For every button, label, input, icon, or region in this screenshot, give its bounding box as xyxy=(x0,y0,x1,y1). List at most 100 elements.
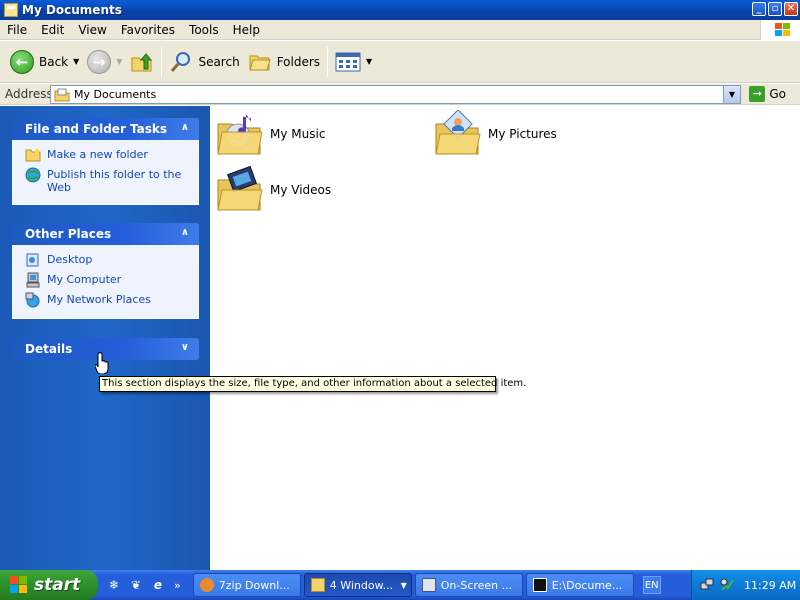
taskbar-button-label: E:\Docume... xyxy=(551,578,623,592)
language-indicator[interactable]: EN xyxy=(642,576,661,594)
panel-title: Other Places xyxy=(25,227,112,241)
7zip-icon xyxy=(532,578,547,592)
snowflake-icon[interactable]: ❄ xyxy=(106,577,122,593)
menu-favorites[interactable]: Favorites xyxy=(114,23,182,37)
new-folder-icon xyxy=(25,147,41,163)
task-publish-to-web[interactable]: Publish this folder to the Web xyxy=(25,167,190,194)
panel-title: Details xyxy=(25,342,73,356)
folder-my-videos[interactable]: My Videos xyxy=(216,166,331,214)
my-pictures-folder-icon xyxy=(435,110,481,155)
place-my-network-places[interactable]: My Network Places xyxy=(25,292,190,308)
address-bar: Address My Documents ▼ ➞ Go xyxy=(0,84,800,105)
keyboard-icon xyxy=(421,578,436,592)
expand-chevron-icon[interactable]: ∨ xyxy=(181,342,189,353)
folder-name: My Videos xyxy=(270,183,332,197)
up-folder-button[interactable] xyxy=(126,45,158,79)
folder-group-icon xyxy=(310,578,325,592)
place-my-computer[interactable]: My Computer xyxy=(25,272,190,288)
other-places-header[interactable]: Other Places ∧ xyxy=(12,223,199,245)
group-dropdown-icon: ▼ xyxy=(400,580,407,590)
start-button[interactable]: start xyxy=(0,570,98,600)
my-computer-icon xyxy=(25,272,41,288)
system-tray: 11:29 AM xyxy=(691,570,800,600)
taskbar-button-windows-group[interactable]: 4 Window... ▼ xyxy=(303,573,412,597)
internet-explorer-icon[interactable]: e xyxy=(150,577,166,593)
file-folder-tasks-header[interactable]: File and Folder Tasks ∧ xyxy=(12,118,199,140)
clock[interactable]: 11:29 AM xyxy=(744,579,796,592)
task-pane: File and Folder Tasks ∧ Make a new folde… xyxy=(0,106,210,570)
butterfly-icon[interactable]: ❦ xyxy=(128,577,144,593)
menu-view[interactable]: View xyxy=(71,23,113,37)
folders-button[interactable]: Folders xyxy=(244,45,324,79)
taskbar-button-7zip-explorer[interactable]: E:\Docume... xyxy=(525,573,634,597)
place-label: My Network Places xyxy=(47,293,151,306)
place-desktop[interactable]: Desktop xyxy=(25,252,190,268)
standard-toolbar: ← Back ▼ → ▼ Search Folders ▼ xyxy=(0,41,800,83)
menu-help[interactable]: Help xyxy=(226,23,267,37)
quick-launch: ❄ ❦ e » xyxy=(106,577,181,593)
menu-edit[interactable]: Edit xyxy=(34,23,71,37)
other-places-panel: Other Places ∧ Desktop My Computer My Ne… xyxy=(12,223,199,319)
publish-web-icon xyxy=(25,167,41,183)
panel-title: File and Folder Tasks xyxy=(25,122,168,136)
folder-my-pictures[interactable]: My Pictures xyxy=(434,110,557,158)
menu-bar: File Edit View Favorites Tools Help xyxy=(0,20,800,40)
forward-dropdown-icon: ▼ xyxy=(116,57,123,66)
address-input[interactable]: My Documents ▼ xyxy=(50,85,741,104)
hand-cursor-icon xyxy=(95,352,109,374)
back-dropdown-icon[interactable]: ▼ xyxy=(73,57,79,66)
folder-view[interactable]: My Music My Pictures My Videos xyxy=(210,106,800,570)
forward-arrow-icon: → xyxy=(87,49,112,74)
menu-file[interactable]: File xyxy=(0,23,34,37)
network-places-icon xyxy=(25,292,41,308)
collapse-chevron-icon[interactable]: ∧ xyxy=(181,227,189,238)
views-dropdown-icon[interactable]: ▼ xyxy=(366,57,372,66)
address-dropdown-icon[interactable]: ▼ xyxy=(723,86,740,103)
file-folder-tasks-body: Make a new folder Publish this folder to… xyxy=(12,140,199,205)
task-make-new-folder[interactable]: Make a new folder xyxy=(25,147,190,163)
windows-logo-icon xyxy=(760,20,800,40)
place-label: My Computer xyxy=(47,273,122,286)
desktop-icon xyxy=(25,252,41,268)
search-button[interactable]: Search xyxy=(165,45,243,79)
back-label: Back xyxy=(39,54,69,69)
folder-my-music[interactable]: My Music xyxy=(216,110,325,158)
back-button[interactable]: ← Back ▼ xyxy=(6,45,83,79)
folder-name: My Music xyxy=(270,127,326,141)
toolbar-separator xyxy=(161,46,163,77)
my-documents-icon xyxy=(54,88,70,101)
task-label: Publish this folder to the Web xyxy=(47,168,182,194)
go-arrow-icon: ➞ xyxy=(749,86,766,102)
network-tray-icon[interactable] xyxy=(700,578,714,592)
collapse-chevron-icon[interactable]: ∧ xyxy=(181,122,189,133)
my-music-folder-icon xyxy=(217,114,263,155)
windows-flag-icon xyxy=(10,576,28,594)
folders-icon xyxy=(249,55,271,70)
taskbar-button-7zip[interactable]: 7zip Downl... xyxy=(192,573,301,597)
taskbar-button-label: 4 Window... xyxy=(329,578,394,592)
toolbar-separator xyxy=(327,46,329,77)
taskbar-button-label: 7zip Downl... xyxy=(218,578,290,592)
taskbar-button-on-screen-keyboard[interactable]: On-Screen ... xyxy=(414,573,523,597)
title-bar[interactable]: My Documents _ ▫ ✕ xyxy=(0,0,800,20)
go-button[interactable]: ➞ Go xyxy=(749,86,786,102)
maximize-button[interactable]: ▫ xyxy=(768,2,782,16)
folder-window-icon xyxy=(4,3,18,17)
views-button[interactable]: ▼ xyxy=(331,45,376,79)
close-button[interactable]: ✕ xyxy=(784,2,798,16)
my-videos-folder-icon xyxy=(217,166,263,211)
minimize-button[interactable]: _ xyxy=(752,2,766,16)
window-title: My Documents xyxy=(22,3,122,17)
menu-tools[interactable]: Tools xyxy=(182,23,226,37)
window-controls: _ ▫ ✕ xyxy=(752,2,798,16)
safely-remove-hardware-icon[interactable] xyxy=(720,578,734,592)
address-label: Address xyxy=(5,87,53,101)
address-value: My Documents xyxy=(74,88,157,101)
place-label: Desktop xyxy=(47,253,93,266)
forward-button[interactable]: → ▼ xyxy=(83,45,126,79)
folders-label: Folders xyxy=(276,54,321,69)
file-folder-tasks-panel: File and Folder Tasks ∧ Make a new folde… xyxy=(12,118,199,205)
go-label: Go xyxy=(769,87,786,101)
quick-launch-more-icon[interactable]: » xyxy=(174,579,181,592)
taskbar-button-label: On-Screen ... xyxy=(440,578,513,592)
